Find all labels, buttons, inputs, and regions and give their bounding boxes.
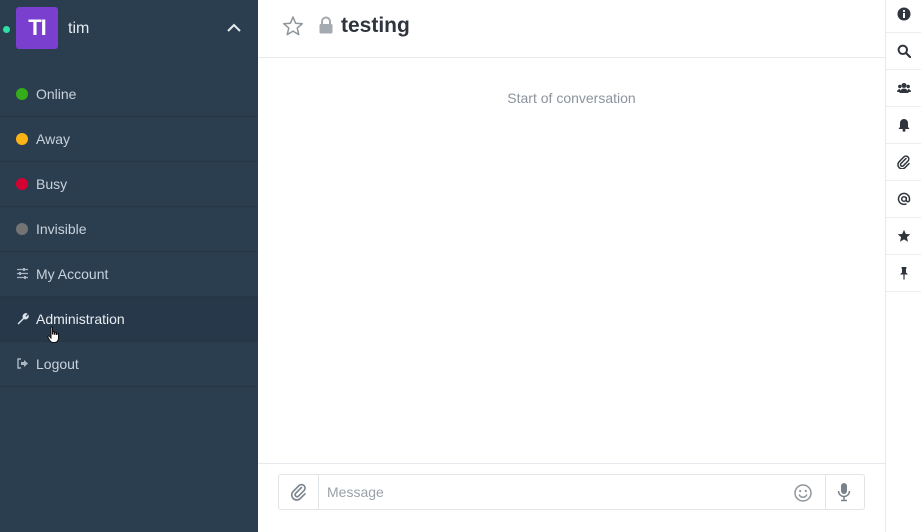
room-header: testing	[258, 0, 885, 58]
lock-icon	[319, 16, 333, 34]
wrench-icon	[17, 313, 29, 325]
toolbar-mentions-button[interactable]	[886, 181, 921, 218]
message-composer	[278, 474, 865, 510]
sliders-icon	[17, 268, 28, 279]
message-input[interactable]	[327, 475, 787, 509]
hand-cursor-icon	[47, 326, 59, 343]
status-busy-label: Busy	[36, 176, 68, 192]
logout-label: Logout	[36, 356, 79, 372]
room-title: testing	[341, 14, 410, 37]
user-header[interactable]: TI tim	[0, 0, 258, 58]
avatar[interactable]: TI	[16, 7, 58, 49]
toolbar-info-button[interactable]	[886, 0, 921, 33]
status-away-label: Away	[36, 131, 70, 147]
chevron-up-icon[interactable]	[226, 20, 242, 36]
bell-icon	[898, 119, 910, 132]
online-status-icon	[16, 88, 28, 100]
user-menu: Online Away Busy Invisible My Account Ad…	[0, 72, 258, 387]
main-content: testing Start of conversation	[258, 0, 885, 532]
at-icon	[897, 192, 911, 206]
user-status-dot	[3, 26, 10, 33]
paperclip-icon	[290, 483, 306, 501]
menu-item-logout[interactable]: Logout	[0, 342, 258, 387]
status-online[interactable]: Online	[0, 72, 258, 117]
info-icon	[897, 7, 911, 21]
username: tim	[68, 20, 90, 37]
toolbar-notifications-button[interactable]	[886, 107, 921, 144]
composer-area	[258, 463, 885, 532]
toolbar-search-button[interactable]	[886, 33, 921, 70]
my-account-label: My Account	[36, 266, 109, 282]
away-status-icon	[16, 133, 28, 145]
divider	[825, 475, 826, 509]
status-invisible[interactable]: Invisible	[0, 207, 258, 252]
microphone-icon[interactable]	[837, 482, 851, 502]
administration-label: Administration	[36, 311, 125, 327]
emoji-icon[interactable]	[793, 483, 813, 503]
status-online-label: Online	[36, 86, 77, 102]
status-away[interactable]: Away	[0, 117, 258, 162]
invisible-status-icon	[16, 223, 28, 235]
search-icon	[897, 44, 911, 58]
toolbar-starred-button[interactable]	[886, 218, 921, 255]
status-busy[interactable]: Busy	[0, 162, 258, 207]
toolbar-files-button[interactable]	[886, 144, 921, 181]
logout-icon	[17, 358, 28, 369]
members-icon	[897, 83, 911, 93]
attach-button[interactable]	[279, 475, 319, 509]
star-icon	[897, 229, 911, 242]
status-invisible-label: Invisible	[36, 221, 87, 237]
menu-item-administration[interactable]: Administration	[0, 297, 258, 342]
toolbar-members-button[interactable]	[886, 70, 921, 107]
paperclip-icon	[897, 155, 910, 169]
sidebar: TI tim Online Away Busy Invisible My Acc…	[0, 0, 258, 532]
favorite-star-icon[interactable]	[282, 15, 304, 37]
toolbar-pinned-button[interactable]	[886, 255, 921, 292]
start-of-conversation: Start of conversation	[507, 90, 636, 106]
busy-status-icon	[16, 178, 28, 190]
pin-icon	[900, 267, 908, 280]
room-toolbar	[885, 0, 921, 532]
menu-item-my-account[interactable]: My Account	[0, 252, 258, 297]
